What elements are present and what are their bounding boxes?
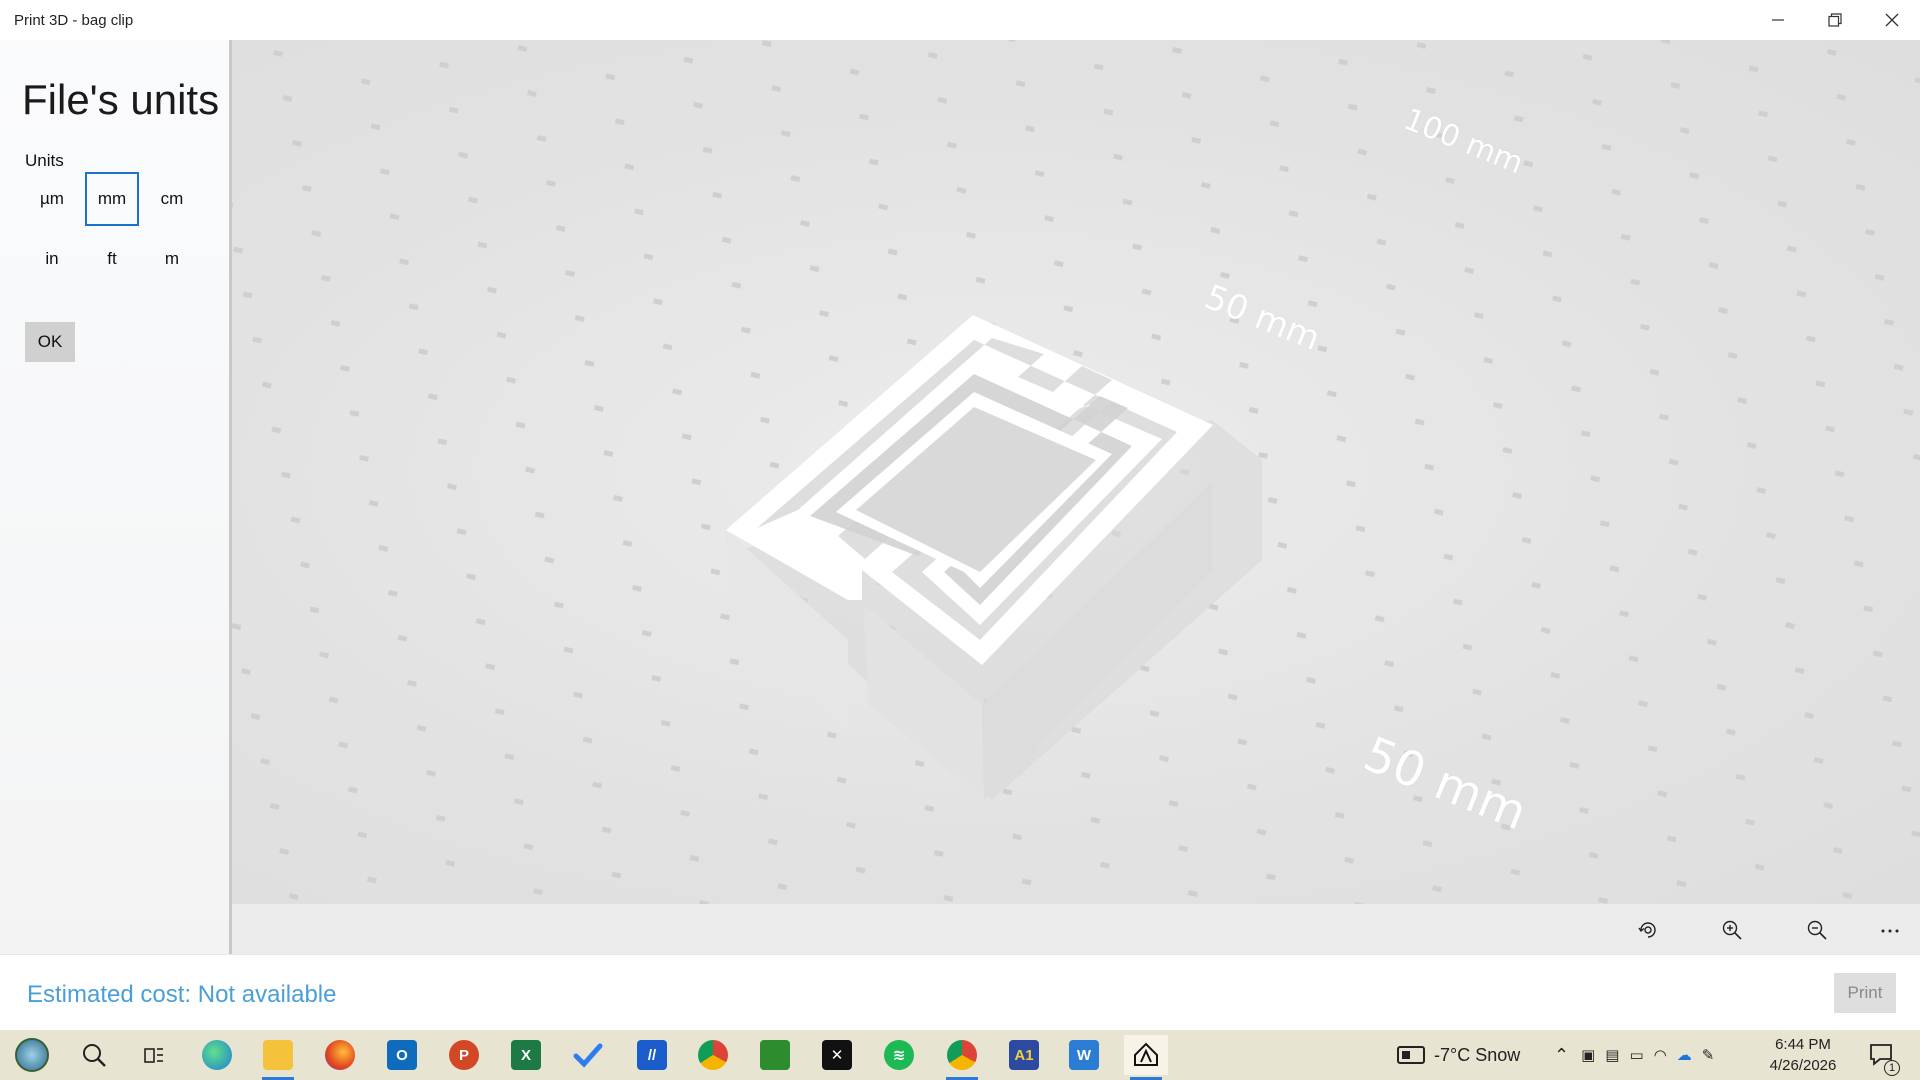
estimated-cost: Estimated cost: Not available [27,981,337,1008]
minecraft-icon [760,1040,790,1070]
chrome-button[interactable] [691,1035,735,1075]
powerpoint-icon: P [449,1040,479,1070]
chrome-profile-icon [947,1040,977,1070]
a1-app-button[interactable]: A1 [1002,1035,1046,1075]
clock-time: 6:44 PM [1775,1036,1831,1053]
tray-display-icon[interactable]: ▤ [1605,1046,1619,1064]
onedrive-icon[interactable]: ☁ [1677,1046,1692,1064]
outlook-icon: O [387,1040,417,1070]
system-tray[interactable]: ⌃ ▣ ▤ ▭ ◠ ☁ ✎ [1554,1030,1714,1080]
firefox-button[interactable] [318,1035,362,1075]
zoom-out-icon [1807,920,1827,940]
capcut-icon: ✕ [822,1040,852,1070]
close-button[interactable] [1863,0,1920,40]
edge-button[interactable] [195,1035,239,1075]
chevron-up-icon[interactable]: ⌃ [1554,1045,1569,1066]
start-button[interactable] [10,1035,54,1075]
weather-text: -7°C Snow [1434,1044,1521,1065]
todo-button[interactable] [566,1035,610,1075]
chrome-profile-button[interactable] [940,1035,984,1080]
more-options-icon [1881,929,1899,933]
spotify-icon: ≋ [884,1040,914,1070]
unit-centimeter-button[interactable]: cm [145,172,199,226]
zoom-out-button[interactable] [1801,914,1833,946]
panel-title: File's units [22,76,220,123]
more-options-button[interactable] [1874,914,1906,946]
unit-micrometer-button[interactable]: µm [25,172,79,226]
unit-foot-button[interactable]: ft [85,232,139,286]
zoom-in-button[interactable] [1716,914,1748,946]
wifi-icon[interactable]: ◠ [1654,1046,1667,1064]
task-view-button[interactable] [132,1035,176,1075]
restore-button[interactable] [1806,0,1863,40]
print3d-button[interactable] [1124,1035,1168,1080]
units-panel: File's units Units µm mm cm in ft m OK [0,40,232,954]
tray-app-icon[interactable]: ▣ [1581,1046,1595,1064]
clock-date: 4/26/2026 [1769,1057,1837,1074]
minimize-icon [1771,19,1784,21]
todo-icon [573,1043,603,1068]
outlook-button[interactable]: O [380,1035,424,1075]
chrome-icon [698,1040,728,1070]
spotify-button[interactable]: ≋ [877,1035,921,1075]
pen-icon[interactable]: ✎ [1702,1046,1715,1064]
powerpoint-button[interactable]: P [442,1035,486,1075]
file-explorer-button[interactable] [256,1035,300,1080]
app-button[interactable]: // [630,1035,674,1075]
capcut-button[interactable]: ✕ [815,1035,859,1075]
app-icon: // [637,1040,667,1070]
build-plate-scene [232,40,1920,904]
excel-button[interactable]: X [504,1035,548,1075]
title-bar: Print 3D - bag clip [0,0,1920,40]
word-icon: W [1069,1040,1099,1070]
zoom-in-icon [1722,920,1742,940]
status-bar: Estimated cost: Not available Print [0,954,1920,1031]
view-toolbar [232,904,1920,954]
close-icon [1885,13,1898,27]
minecraft-button[interactable] [753,1035,797,1075]
view-reset-button[interactable] [1632,914,1664,946]
taskbar: O P X // ✕ ≋ A1 W -7°C Snow ⌃ ▣ ▤ ▭ ◠ ☁ … [0,1030,1920,1080]
firefox-icon [325,1040,355,1070]
clock[interactable]: 6:44 PM 4/26/2026 [1758,1034,1848,1076]
units-label: Units [25,151,64,170]
a1-app-icon: A1 [1009,1040,1039,1070]
weather-widget[interactable]: -7°C Snow [1396,1030,1520,1080]
unit-meter-button[interactable]: m [145,232,199,286]
print-button[interactable]: Print [1834,973,1896,1013]
edge-icon [202,1040,232,1070]
window-title: Print 3D - bag clip [14,11,134,29]
battery-icon[interactable]: ▭ [1629,1046,1643,1064]
search-button[interactable] [72,1035,116,1075]
notification-badge: 1 [1884,1060,1900,1076]
weather-icon [1397,1046,1425,1064]
minimize-button[interactable] [1749,0,1806,40]
ok-button[interactable]: OK [25,322,75,362]
unit-inch-button[interactable]: in [25,232,79,286]
print3d-icon [1134,1042,1158,1066]
search-icon [83,1044,106,1067]
file-explorer-icon [263,1040,293,1070]
start-icon [15,1038,49,1072]
3d-viewport[interactable]: 100 mm 50 mm 50 mm [232,40,1920,904]
unit-millimeter-button[interactable]: mm [85,172,139,226]
excel-icon: X [511,1040,541,1070]
notifications-button[interactable]: 1 [1868,1030,1900,1080]
view-reset-icon [1638,922,1656,938]
word-button[interactable]: W [1062,1035,1106,1075]
restore-icon [1827,13,1842,27]
task-view-icon [144,1048,163,1063]
